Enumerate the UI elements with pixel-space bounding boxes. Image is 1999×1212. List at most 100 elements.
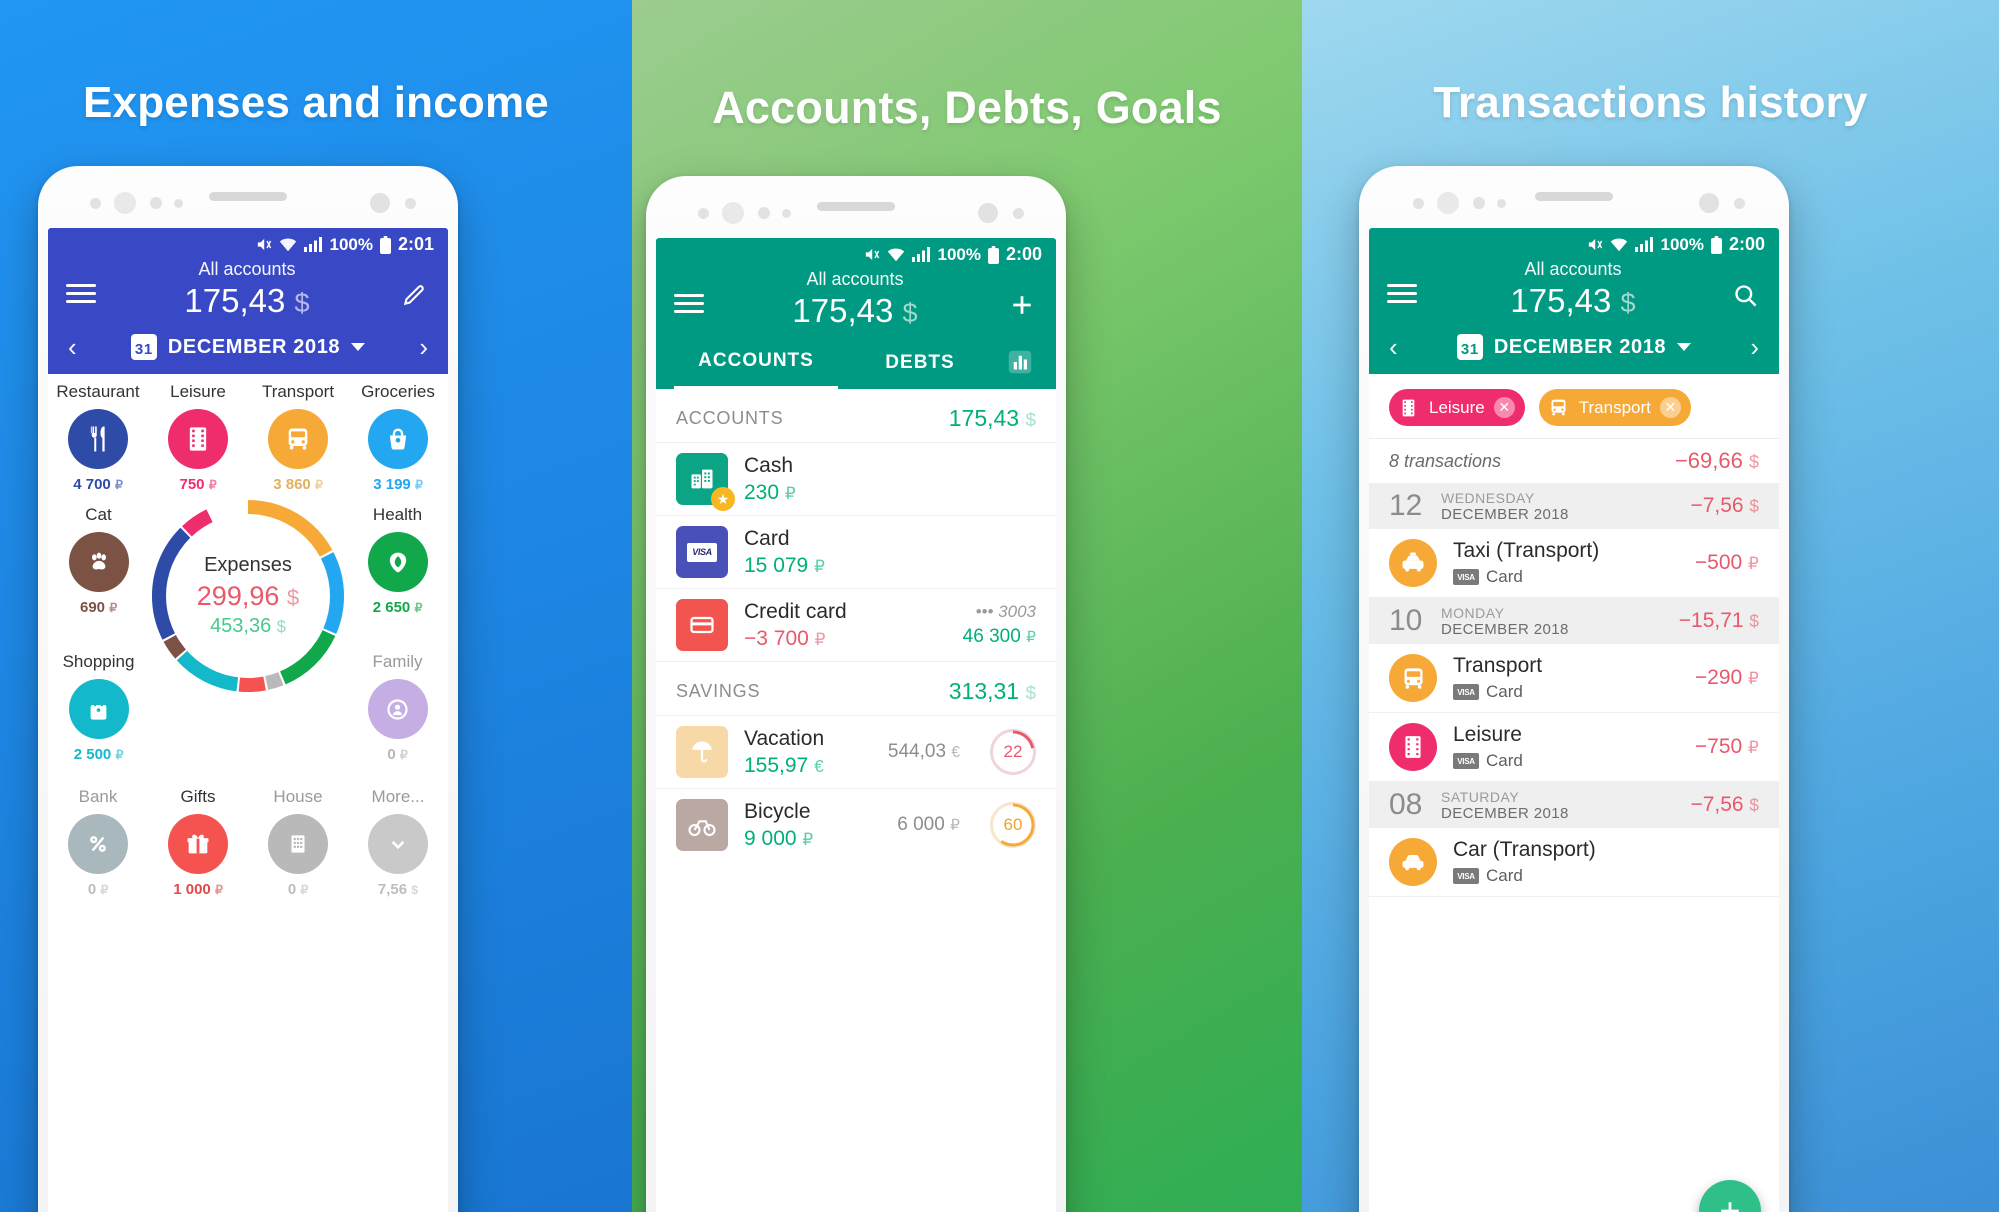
amount-currency: ₽ (214, 883, 223, 897)
account-name: Credit card (744, 599, 847, 623)
day-header: 12 WEDNESDAY DECEMBER 2018 −7,56 $ (1369, 483, 1779, 529)
tab-accounts[interactable]: ACCOUNTS (674, 340, 838, 389)
hamburger-icon[interactable] (1387, 279, 1417, 308)
percent-icon (68, 814, 128, 874)
account-info: Credit card −3 700 ₽ (744, 600, 947, 651)
close-icon[interactable]: ✕ (1659, 397, 1681, 418)
day-header: 10 MONDAY DECEMBER 2018 −15,71 $ (1369, 598, 1779, 644)
amount-currency: ₽ (414, 601, 423, 615)
chevron-left-icon[interactable]: ‹ (68, 334, 77, 360)
sensor-dot-icon (174, 199, 183, 208)
month-label: DECEMBER 2018 (1441, 505, 1569, 523)
savings-info: Vacation 155,97 € (744, 727, 872, 778)
category-cat[interactable]: Cat 690 ₽ (68, 497, 129, 620)
category-groceries[interactable]: Groceries 3 199 ₽ (348, 374, 448, 497)
expenses-body: Restaurant 4 700 ₽ Leisure 750 ₽ Transpo… (48, 374, 448, 1212)
goal-currency: ₽ (950, 817, 960, 834)
transaction-row[interactable]: Car (Transport) VISA Card (1369, 828, 1779, 897)
category-transport[interactable]: Transport 3 860 ₽ (248, 374, 348, 497)
savings-goal-amount: 6 000 ₽ (897, 814, 960, 836)
category-label: Groceries (361, 382, 435, 401)
app-bar-balance-2[interactable]: All accounts 175,43 $ (704, 269, 1006, 330)
category-more[interactable]: More... 7,56 $ (348, 779, 448, 902)
category-restaurant[interactable]: Restaurant 4 700 ₽ (48, 374, 148, 497)
amount-value: 750 (179, 476, 205, 493)
category-amount: 690 ₽ (80, 599, 117, 616)
date-navigation-bar-1: ‹ 31 DECEMBER 2018 › (48, 330, 448, 374)
filter-label: Transport (1578, 397, 1651, 417)
calendar-day-chip: 31 (130, 334, 157, 360)
amount-currency: ₽ (115, 748, 124, 762)
hamburger-icon[interactable] (66, 279, 96, 308)
account-row-card[interactable]: VISA Card 15 079 ₽ (656, 515, 1056, 588)
account-name: Cash (744, 453, 794, 477)
category-row-bottom: Bank 0 ₽ Gifts 1 000 ₽ House 0 ₽ More...… (48, 779, 448, 902)
caret-down-icon (1677, 343, 1692, 351)
star-icon: ★ (711, 487, 735, 511)
category-leisure[interactable]: Leisure 750 ₽ (148, 374, 248, 497)
clock-label: 2:01 (397, 234, 434, 254)
panel-2-title: Accounts, Debts, Goals (712, 82, 1222, 133)
category-family[interactable]: Family 0 ₽ (367, 644, 428, 767)
bar-chart-icon[interactable] (1002, 345, 1038, 379)
account-row-cash[interactable]: ★ Cash 230 ₽ (656, 442, 1056, 515)
savings-row-vacation[interactable]: Vacation 155,97 € 544,03 € 22 (656, 715, 1056, 788)
transaction-row[interactable]: Taxi (Transport) VISA Card −500 ₽ (1369, 529, 1779, 598)
filter-chip-leisure[interactable]: Leisure ✕ (1389, 389, 1525, 426)
phone-bezel-top-1 (38, 166, 458, 228)
savings-row-bicycle[interactable]: Bicycle 9 000 ₽ 6 000 ₽ 60 (656, 788, 1056, 861)
app-bar-balance-3[interactable]: All accounts 175,43 $ (1417, 259, 1729, 320)
search-icon[interactable] (1729, 279, 1761, 311)
month-label: DECEMBER 2018 (1441, 620, 1569, 638)
account-label: Card (1486, 751, 1523, 770)
category-health[interactable]: Health 2 650 ₽ (367, 497, 428, 620)
category-bank[interactable]: Bank 0 ₽ (48, 779, 148, 902)
add-transaction-fab[interactable] (1699, 1180, 1761, 1212)
category-house[interactable]: House 0 ₽ (248, 779, 348, 902)
transaction-row[interactable]: Leisure VISA Card −750 ₽ (1369, 713, 1779, 782)
chevron-right-icon[interactable]: › (419, 334, 428, 360)
car-icon (1389, 838, 1437, 886)
phone-screen-2: 100% 2:00 All accounts 175,43 $ ACCOUNTS… (656, 238, 1056, 1212)
status-bar-2: 100% 2:00 (656, 238, 1056, 267)
category-label: More... (371, 787, 425, 806)
account-extra: ••• 3003 46 300 ₽ (963, 602, 1036, 648)
account-row-credit-card[interactable]: Credit card −3 700 ₽ ••• 3003 46 300 ₽ (656, 588, 1056, 661)
expenses-donut-chart[interactable]: Expenses 299,96 $ 453,36 $ (149, 497, 347, 695)
category-gifts[interactable]: Gifts 1 000 ₽ (148, 779, 248, 902)
day-total: −7,56 $ (1690, 494, 1759, 518)
filter-chip-transport[interactable]: Transport ✕ (1538, 389, 1691, 426)
chevron-right-icon[interactable]: › (1750, 334, 1759, 360)
balance-value: 15 079 (744, 553, 809, 577)
hamburger-icon[interactable] (674, 289, 704, 318)
account-name: Card (744, 526, 790, 550)
plus-icon[interactable] (1006, 289, 1038, 321)
paw-icon (68, 532, 129, 592)
section-total-value: 175,43 (948, 405, 1020, 431)
panel-3-title: Transactions history (1433, 78, 1868, 127)
expense-value: 299,96 (196, 581, 280, 611)
transaction-row[interactable]: Transport VISA Card −290 ₽ (1369, 644, 1779, 713)
period-label: DECEMBER 2018 (167, 335, 341, 358)
umbrella-icon (676, 726, 728, 778)
period-selector-3[interactable]: 31 DECEMBER 2018 (1456, 334, 1692, 360)
close-icon[interactable]: ✕ (1493, 397, 1515, 418)
sensor-dot-icon (1473, 197, 1485, 209)
category-amount: 0 ₽ (387, 746, 407, 763)
app-bar-balance-1[interactable]: All accounts 175,43 $ (96, 259, 398, 320)
chevron-left-icon[interactable]: ‹ (1389, 334, 1398, 360)
mute-icon (255, 236, 272, 253)
amount-currency: ₽ (1748, 553, 1759, 573)
store-listing-screenshots: Expenses and income 100% 2:01 All accoun… (0, 0, 1999, 1212)
day-header: 08 SATURDAY DECEMBER 2018 −7,56 $ (1369, 782, 1779, 828)
balance-value: −3 700 (744, 626, 809, 650)
day-number: 10 (1389, 604, 1423, 637)
tab-debts[interactable]: DEBTS (838, 342, 1002, 388)
period-selector-1[interactable]: 31 DECEMBER 2018 (130, 334, 366, 360)
balance-value: 155,97 (744, 753, 809, 777)
clock-label: 2:00 (1005, 244, 1042, 264)
pencil-icon[interactable] (398, 279, 430, 311)
day-total-value: −7,56 (1690, 793, 1744, 816)
amount-currency: ₽ (300, 883, 309, 897)
category-shopping[interactable]: Shopping 2 500 ₽ (63, 644, 135, 767)
